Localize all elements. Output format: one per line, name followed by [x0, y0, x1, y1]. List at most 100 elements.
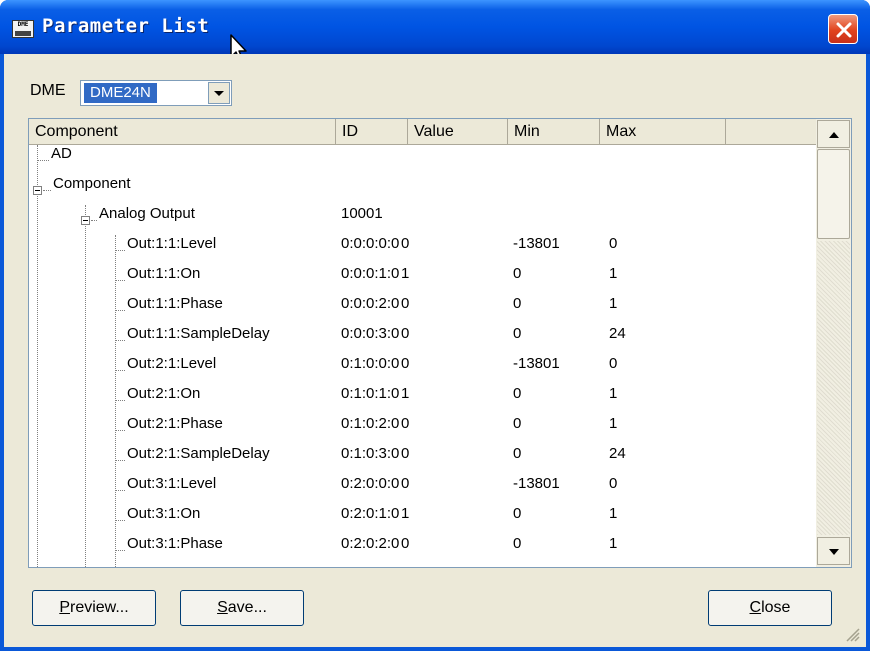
row-id: 0:0:0:0:0: [341, 235, 400, 252]
row-value: 0: [401, 535, 410, 552]
chevron-down-icon: [214, 91, 224, 96]
tree-row[interactable]: Out:3:1:Phase 0:2:0:2:0 0 0 1: [29, 535, 816, 565]
row-id: 0:0:0:3:0: [341, 325, 400, 342]
row-min: 0: [513, 415, 522, 432]
row-label: Out:1:1:Level: [127, 235, 217, 252]
tree-row[interactable]: Component: [29, 175, 816, 205]
row-max: 1: [609, 535, 618, 552]
arrow-down-icon: [829, 549, 839, 555]
close-window-button[interactable]: [828, 14, 858, 44]
row-value: 0: [401, 235, 410, 252]
tree-row[interactable]: Out:1:1:SampleDelay 0:0:0:3:0 0 0 24: [29, 325, 816, 355]
column-header-component[interactable]: Component: [29, 119, 336, 144]
close-icon: [836, 22, 852, 38]
tree-row[interactable]: Analog Output 10001: [29, 205, 816, 235]
row-max: 0: [609, 235, 618, 252]
row-id: 0:1:0:3:0: [341, 445, 400, 462]
resize-grip-icon[interactable]: [844, 626, 860, 642]
dme-selected-value: DME24N: [83, 82, 158, 104]
column-header-min[interactable]: Min: [508, 119, 600, 144]
row-max: 24: [609, 325, 626, 342]
list-header: Component ID Value Min Max: [29, 119, 816, 145]
row-label: Out:1:1:SampleDelay: [127, 325, 270, 342]
row-value: 0: [401, 295, 410, 312]
row-value: 0: [401, 415, 410, 432]
tree-row[interactable]: Out:1:1:Phase 0:0:0:2:0 0 0 1: [29, 295, 816, 325]
row-label: Out:2:1:SampleDelay: [127, 445, 270, 462]
tree-rows: AD Component Analog Output 10001 Out:1:1…: [29, 145, 816, 567]
column-header-extra[interactable]: [726, 119, 816, 144]
scrollbar-track[interactable]: [817, 241, 850, 535]
row-max: 0: [609, 355, 618, 372]
row-max: 1: [609, 415, 618, 432]
tree-row[interactable]: Out:3:1:On 0:2:0:1:0 1 0 1: [29, 505, 816, 535]
row-label: Component: [53, 175, 131, 192]
row-label: Out:2:1:Level: [127, 355, 217, 372]
arrow-up-icon: [829, 132, 839, 138]
scroll-up-button[interactable]: [817, 120, 850, 148]
vertical-scrollbar[interactable]: [816, 119, 851, 567]
row-min: -13801: [513, 235, 560, 252]
row-min: -13801: [513, 475, 560, 492]
row-value: 1: [401, 265, 410, 282]
row-min: 0: [513, 295, 522, 312]
row-label: Out:3:1:Phase: [127, 535, 223, 552]
row-label: Out:2:1:On: [127, 385, 201, 402]
column-header-id[interactable]: ID: [336, 119, 408, 144]
parameter-list[interactable]: Component ID Value Min Max AD Component …: [28, 118, 852, 568]
window-title: Parameter List: [42, 15, 210, 37]
row-min: -13801: [513, 355, 560, 372]
dme-dropdown-button[interactable]: [208, 82, 230, 104]
row-value: 0: [401, 445, 410, 462]
scroll-down-button[interactable]: [817, 537, 850, 565]
row-label: Out:1:1:Phase: [127, 295, 223, 312]
tree-row[interactable]: Out:2:1:Phase 0:1:0:2:0 0 0 1: [29, 415, 816, 445]
save-button[interactable]: Save...: [180, 590, 304, 626]
row-value: 0: [401, 325, 410, 342]
row-min: 0: [513, 505, 522, 522]
row-min: 0: [513, 325, 522, 342]
row-value: 0: [401, 475, 410, 492]
scrollbar-thumb[interactable]: [817, 149, 850, 239]
parameter-list-window: DME Parameter List DME DME24N Component: [0, 0, 870, 651]
dme-select[interactable]: DME24N: [80, 80, 232, 106]
row-id: 0:0:0:1:0: [341, 265, 400, 282]
row-max: 1: [609, 265, 618, 282]
tree-row[interactable]: Out:2:1:SampleDelay 0:1:0:3:0 0 0 24: [29, 445, 816, 475]
row-max: 1: [609, 505, 618, 522]
row-value: 1: [401, 505, 410, 522]
row-max: 0: [609, 475, 618, 492]
tree-row[interactable]: Out:1:1:On 0:0:0:1:0 1 0 1: [29, 265, 816, 295]
row-value: 1: [401, 385, 410, 402]
row-label: Analog Output: [99, 205, 195, 222]
row-id: 0:1:0:2:0: [341, 415, 400, 432]
row-min: 0: [513, 385, 522, 402]
row-id: 0:2:0:1:0: [341, 505, 400, 522]
preview-button[interactable]: Preview...: [32, 590, 156, 626]
tree-row[interactable]: Out:3:1:Level 0:2:0:0:0 0 -13801 0: [29, 475, 816, 505]
row-value: 0: [401, 355, 410, 372]
row-id: 0:2:0:0:0: [341, 475, 400, 492]
row-label: Out:1:1:On: [127, 265, 201, 282]
title-bar[interactable]: DME Parameter List: [0, 0, 870, 62]
close-button[interactable]: Close: [708, 590, 832, 626]
row-min: 0: [513, 445, 522, 462]
row-label: Out:2:1:Phase: [127, 415, 223, 432]
row-max: 1: [609, 385, 618, 402]
tree-row[interactable]: Out:2:1:On 0:1:0:1:0 1 0 1: [29, 385, 816, 415]
column-header-max[interactable]: Max: [600, 119, 726, 144]
tree-row[interactable]: Out:1:1:Level 0:0:0:0:0 0 -13801 0: [29, 235, 816, 265]
tree-row[interactable]: AD: [29, 145, 816, 175]
column-header-value[interactable]: Value: [408, 119, 508, 144]
row-label: AD: [51, 145, 72, 162]
row-label: Out:3:1:On: [127, 505, 201, 522]
row-max: 1: [609, 295, 618, 312]
row-id: 0:1:0:1:0: [341, 385, 400, 402]
tree-row[interactable]: Out:2:1:Level 0:1:0:0:0 0 -13801 0: [29, 355, 816, 385]
row-id: 0:0:0:2:0: [341, 295, 400, 312]
dme-app-icon: DME: [12, 20, 34, 38]
row-max: 24: [609, 445, 626, 462]
row-min: 0: [513, 535, 522, 552]
row-min: 0: [513, 265, 522, 282]
row-id: 0:1:0:0:0: [341, 355, 400, 372]
